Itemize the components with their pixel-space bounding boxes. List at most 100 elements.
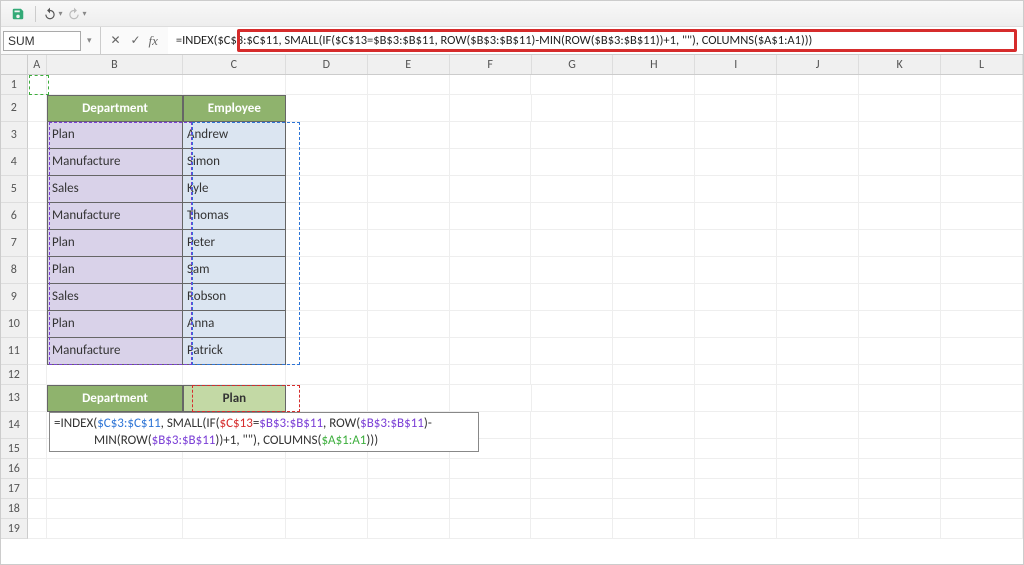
cell[interactable] — [450, 459, 532, 479]
cell[interactable] — [531, 499, 613, 519]
cell[interactable] — [450, 95, 532, 122]
row-header[interactable]: 17 — [1, 479, 28, 499]
table-header-dep[interactable]: Department — [47, 95, 183, 122]
row-header[interactable]: 15 — [1, 439, 28, 459]
cell[interactable] — [28, 459, 47, 479]
cell[interactable] — [28, 122, 47, 149]
cell[interactable] — [28, 203, 47, 230]
cell[interactable] — [695, 499, 777, 519]
cell[interactable] — [695, 95, 777, 122]
cell-dep[interactable]: Manufacture — [47, 338, 183, 365]
col-header[interactable]: L — [941, 55, 1023, 74]
cell[interactable] — [941, 459, 1023, 479]
cell[interactable] — [286, 75, 368, 95]
cell[interactable] — [368, 479, 450, 499]
cell[interactable] — [450, 257, 532, 284]
cell[interactable] — [368, 519, 450, 539]
col-header[interactable]: A — [28, 55, 47, 74]
cell[interactable] — [777, 176, 859, 203]
cell[interactable] — [613, 203, 695, 230]
cell[interactable] — [941, 257, 1023, 284]
cell[interactable] — [28, 95, 47, 122]
cell[interactable] — [368, 230, 450, 257]
row-header[interactable]: 2 — [1, 95, 28, 122]
cell-emp[interactable]: Sam — [183, 257, 286, 284]
cell[interactable] — [450, 365, 532, 385]
col-header[interactable]: F — [450, 55, 532, 74]
cell[interactable] — [777, 122, 859, 149]
cell[interactable] — [531, 519, 613, 539]
cell[interactable] — [183, 519, 286, 539]
cell[interactable] — [777, 338, 859, 365]
cell[interactable] — [368, 149, 450, 176]
cell[interactable] — [777, 385, 859, 412]
cell[interactable] — [941, 203, 1023, 230]
cell-emp[interactable]: Andrew — [183, 122, 286, 149]
cell[interactable] — [28, 338, 47, 365]
cell[interactable] — [613, 385, 695, 412]
chevron-down-icon[interactable]: ▾ — [81, 35, 98, 46]
cell[interactable] — [368, 338, 450, 365]
cell[interactable] — [28, 519, 47, 539]
cell[interactable] — [613, 75, 695, 95]
cancel-button[interactable]: ✕ — [107, 32, 125, 50]
cell[interactable] — [941, 365, 1023, 385]
redo-button[interactable]: ▾ — [66, 4, 88, 24]
cell[interactable] — [28, 365, 47, 385]
col-header[interactable]: E — [368, 55, 450, 74]
cell[interactable] — [941, 338, 1023, 365]
cell[interactable] — [531, 284, 613, 311]
cell[interactable] — [859, 385, 941, 412]
cell[interactable] — [777, 365, 859, 385]
cell[interactable] — [531, 230, 613, 257]
formula-input[interactable] — [168, 27, 1023, 54]
cell[interactable] — [47, 519, 183, 539]
cell[interactable] — [286, 338, 368, 365]
cell[interactable] — [286, 95, 368, 122]
row-header[interactable]: 1 — [1, 75, 28, 95]
cell[interactable] — [531, 257, 613, 284]
cell[interactable] — [28, 75, 47, 95]
cell[interactable] — [859, 365, 941, 385]
cell[interactable] — [695, 176, 777, 203]
cell[interactable] — [531, 365, 613, 385]
cell[interactable] — [695, 459, 777, 479]
name-box[interactable] — [3, 31, 81, 51]
cell-emp[interactable]: Patrick — [183, 338, 286, 365]
cell[interactable] — [777, 284, 859, 311]
col-header[interactable]: J — [777, 55, 859, 74]
cell[interactable] — [777, 311, 859, 338]
row-header[interactable]: 13 — [1, 385, 28, 412]
cell[interactable] — [450, 499, 532, 519]
cell[interactable] — [695, 284, 777, 311]
cell[interactable] — [286, 176, 368, 203]
row-header[interactable]: 3 — [1, 122, 28, 149]
cell[interactable] — [368, 75, 450, 95]
cell[interactable] — [859, 122, 941, 149]
cell[interactable] — [613, 149, 695, 176]
cell[interactable] — [941, 95, 1023, 122]
cell[interactable] — [613, 95, 695, 122]
cell[interactable] — [695, 338, 777, 365]
cell[interactable] — [859, 412, 941, 439]
cell[interactable] — [28, 230, 47, 257]
cell[interactable] — [531, 122, 613, 149]
save-button[interactable] — [7, 4, 29, 24]
cell[interactable] — [531, 439, 613, 459]
col-header[interactable]: D — [286, 55, 368, 74]
cell[interactable] — [859, 95, 941, 122]
cell[interactable] — [531, 176, 613, 203]
cell[interactable] — [941, 412, 1023, 439]
cell-dep[interactable]: Manufacture — [47, 203, 183, 230]
cell[interactable] — [450, 479, 532, 499]
select-all-corner[interactable] — [1, 55, 28, 74]
cell[interactable] — [368, 95, 450, 122]
cell[interactable] — [286, 230, 368, 257]
cell[interactable] — [859, 284, 941, 311]
cell[interactable] — [28, 499, 47, 519]
cell[interactable] — [368, 203, 450, 230]
undo-button[interactable]: ▾ — [42, 4, 64, 24]
cell[interactable] — [28, 412, 47, 439]
cell[interactable] — [450, 122, 532, 149]
cell[interactable] — [286, 499, 368, 519]
